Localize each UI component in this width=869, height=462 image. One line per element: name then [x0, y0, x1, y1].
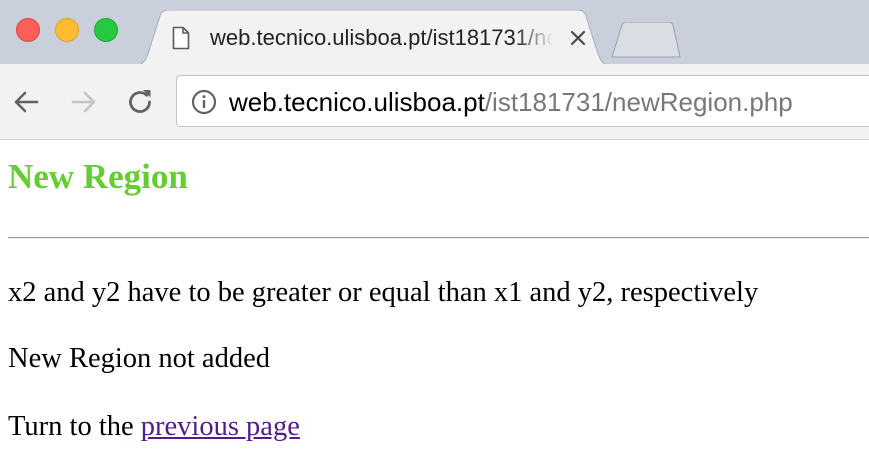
tab-title-fade — [514, 22, 560, 54]
close-window-button[interactable] — [16, 18, 40, 42]
tab-active[interactable]: web.tecnico.ulisboa.pt/ist181731/newRegi… — [134, 10, 612, 66]
browser-window: web.tecnico.ulisboa.pt/ist181731/newRegi… — [0, 0, 869, 462]
forward-arrow-icon[interactable] — [66, 84, 102, 120]
reload-icon[interactable] — [122, 84, 158, 120]
return-line: Turn to the previous page — [8, 410, 300, 444]
url-path: /ist181731/newRegion.php — [484, 87, 793, 117]
page-title: New Region — [8, 157, 188, 196]
new-tab-button[interactable] — [610, 22, 682, 58]
zoom-window-button[interactable] — [94, 18, 118, 42]
error-message: x2 and y2 have to be greater or equal th… — [8, 277, 759, 308]
tab-title: web.tecnico.ulisboa.pt/ist181731/newRegi… — [210, 25, 560, 50]
url-host: web.tecnico.ulisboa.pt — [229, 87, 485, 117]
url-text[interactable]: web.tecnico.ulisboa.pt/ist181731/newRegi… — [229, 86, 793, 118]
previous-page-link[interactable]: previous page — [141, 411, 300, 442]
browser-toolbar: web.tecnico.ulisboa.pt/ist181731/newRegi… — [0, 64, 869, 140]
address-bar[interactable]: web.tecnico.ulisboa.pt/ist181731/newRegi… — [176, 75, 869, 127]
minimize-window-button[interactable] — [55, 18, 79, 42]
close-icon[interactable] — [566, 26, 590, 50]
info-icon[interactable] — [191, 89, 217, 115]
back-arrow-icon[interactable] — [8, 84, 44, 120]
return-prefix: Turn to the — [8, 411, 141, 442]
status-message: New Region not added — [8, 343, 270, 374]
page-content: New Region x2 and y2 have to be greater … — [0, 140, 869, 462]
tab-strip: web.tecnico.ulisboa.pt/ist181731/newRegi… — [0, 0, 869, 66]
document-icon — [172, 26, 190, 50]
horizontal-rule — [8, 237, 869, 239]
